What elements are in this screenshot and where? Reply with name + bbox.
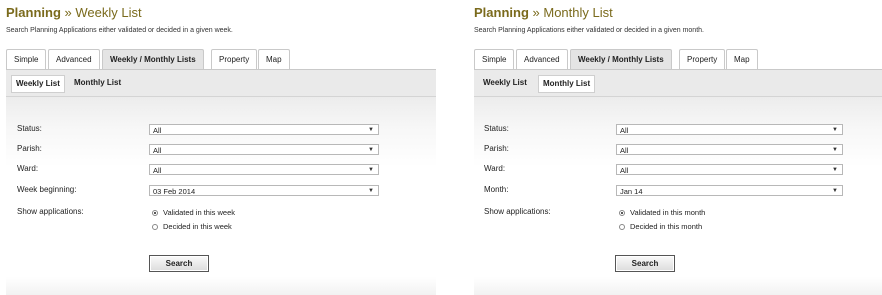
- page-title: Planning » Monthly List: [474, 5, 613, 20]
- monthly-list-panel: Planning » Monthly List Search Planning …: [468, 0, 882, 295]
- tab-map[interactable]: Map: [258, 49, 290, 69]
- tab-advanced[interactable]: Advanced: [48, 49, 100, 69]
- radio-decided-month[interactable]: Decided in this month: [619, 222, 702, 231]
- tab-bar: Simple Advanced Weekly / Monthly Lists P…: [474, 49, 882, 71]
- search-form: Status: All ▼ Parish: All ▼ Ward: All ▼ …: [6, 97, 436, 295]
- radio-validated-week[interactable]: Validated in this week: [152, 208, 235, 217]
- title-subtitle: Monthly List: [543, 5, 613, 20]
- dropdown-arrow-icon: ▼: [368, 127, 374, 133]
- ward-value: All: [153, 166, 162, 175]
- page-description: Search Planning Applications either vali…: [474, 27, 704, 34]
- ward-select[interactable]: All ▼: [149, 164, 379, 175]
- radio-checked-icon: [619, 209, 625, 216]
- radio-label: Decided in this week: [163, 222, 232, 231]
- dropdown-arrow-icon: ▼: [832, 167, 838, 173]
- title-brand: Planning: [474, 5, 529, 20]
- parish-select[interactable]: All ▼: [616, 144, 843, 155]
- ward-label: Ward:: [17, 164, 39, 173]
- page-description: Search Planning Applications either vali…: [6, 27, 233, 34]
- status-value: All: [620, 126, 629, 135]
- month-label: Month:: [484, 185, 509, 194]
- title-brand: Planning: [6, 5, 61, 20]
- search-button[interactable]: Search: [615, 255, 675, 272]
- parish-label: Parish:: [17, 144, 42, 153]
- status-select[interactable]: All ▼: [616, 124, 843, 135]
- tab-simple[interactable]: Simple: [6, 49, 47, 69]
- show-applications-label: Show applications:: [17, 207, 84, 216]
- dropdown-arrow-icon: ▼: [368, 167, 374, 173]
- title-separator: »: [64, 5, 72, 20]
- radio-validated-month[interactable]: Validated in this month: [619, 208, 705, 217]
- tab-property[interactable]: Property: [211, 49, 258, 69]
- subtab-monthly-list[interactable]: Monthly List: [538, 75, 596, 93]
- radio-label: Decided in this month: [630, 222, 703, 231]
- radio-checked-icon: [152, 209, 158, 216]
- tab-weekly-monthly-lists[interactable]: Weekly / Monthly Lists: [570, 49, 672, 71]
- tab-advanced[interactable]: Advanced: [516, 49, 568, 69]
- sub-tab-bar: Weekly List Monthly List: [474, 70, 882, 97]
- tab-bar: Simple Advanced Weekly / Monthly Lists P…: [6, 49, 436, 71]
- sub-tab-bar: Weekly List Monthly List: [6, 70, 436, 97]
- weekly-list-panel: Planning » Weekly List Search Planning A…: [0, 0, 436, 295]
- radio-label: Validated in this week: [163, 208, 235, 217]
- radio-label: Validated in this month: [630, 208, 706, 217]
- parish-label: Parish:: [484, 144, 509, 153]
- tab-map[interactable]: Map: [726, 49, 758, 69]
- show-applications-label: Show applications:: [484, 207, 551, 216]
- status-value: All: [153, 126, 162, 135]
- page-title: Planning » Weekly List: [6, 5, 142, 20]
- search-form: Status: All ▼ Parish: All ▼ Ward: All ▼ …: [474, 97, 882, 295]
- search-button[interactable]: Search: [149, 255, 209, 272]
- dropdown-arrow-icon: ▼: [368, 188, 374, 194]
- status-select[interactable]: All ▼: [149, 124, 379, 135]
- tab-simple[interactable]: Simple: [474, 49, 515, 69]
- parish-select[interactable]: All ▼: [149, 144, 379, 155]
- dropdown-arrow-icon: ▼: [832, 127, 838, 133]
- dropdown-arrow-icon: ▼: [368, 147, 374, 153]
- status-label: Status:: [17, 124, 42, 133]
- ward-label: Ward:: [484, 164, 506, 173]
- week-beginning-select[interactable]: 03 Feb 2014 ▼: [149, 185, 379, 196]
- ward-select[interactable]: All ▼: [616, 164, 843, 175]
- title-separator: »: [532, 5, 540, 20]
- week-beginning-label: Week beginning:: [17, 185, 77, 194]
- month-select[interactable]: Jan 14 ▼: [616, 185, 843, 196]
- week-beginning-value: 03 Feb 2014: [153, 187, 196, 196]
- radio-decided-week[interactable]: Decided in this week: [152, 222, 232, 231]
- subtab-monthly-list[interactable]: Monthly List: [70, 75, 125, 91]
- subtab-weekly-list[interactable]: Weekly List: [479, 75, 531, 91]
- tab-property[interactable]: Property: [679, 49, 726, 69]
- dropdown-arrow-icon: ▼: [832, 188, 838, 194]
- ward-value: All: [620, 166, 629, 175]
- radio-unchecked-icon: [152, 223, 158, 230]
- title-subtitle: Weekly List: [75, 5, 142, 20]
- radio-unchecked-icon: [619, 223, 625, 230]
- status-label: Status:: [484, 124, 509, 133]
- tab-weekly-monthly-lists[interactable]: Weekly / Monthly Lists: [102, 49, 204, 71]
- parish-value: All: [153, 146, 162, 155]
- parish-value: All: [620, 146, 629, 155]
- month-value: Jan 14: [620, 187, 643, 196]
- dropdown-arrow-icon: ▼: [832, 147, 838, 153]
- subtab-weekly-list[interactable]: Weekly List: [11, 75, 65, 93]
